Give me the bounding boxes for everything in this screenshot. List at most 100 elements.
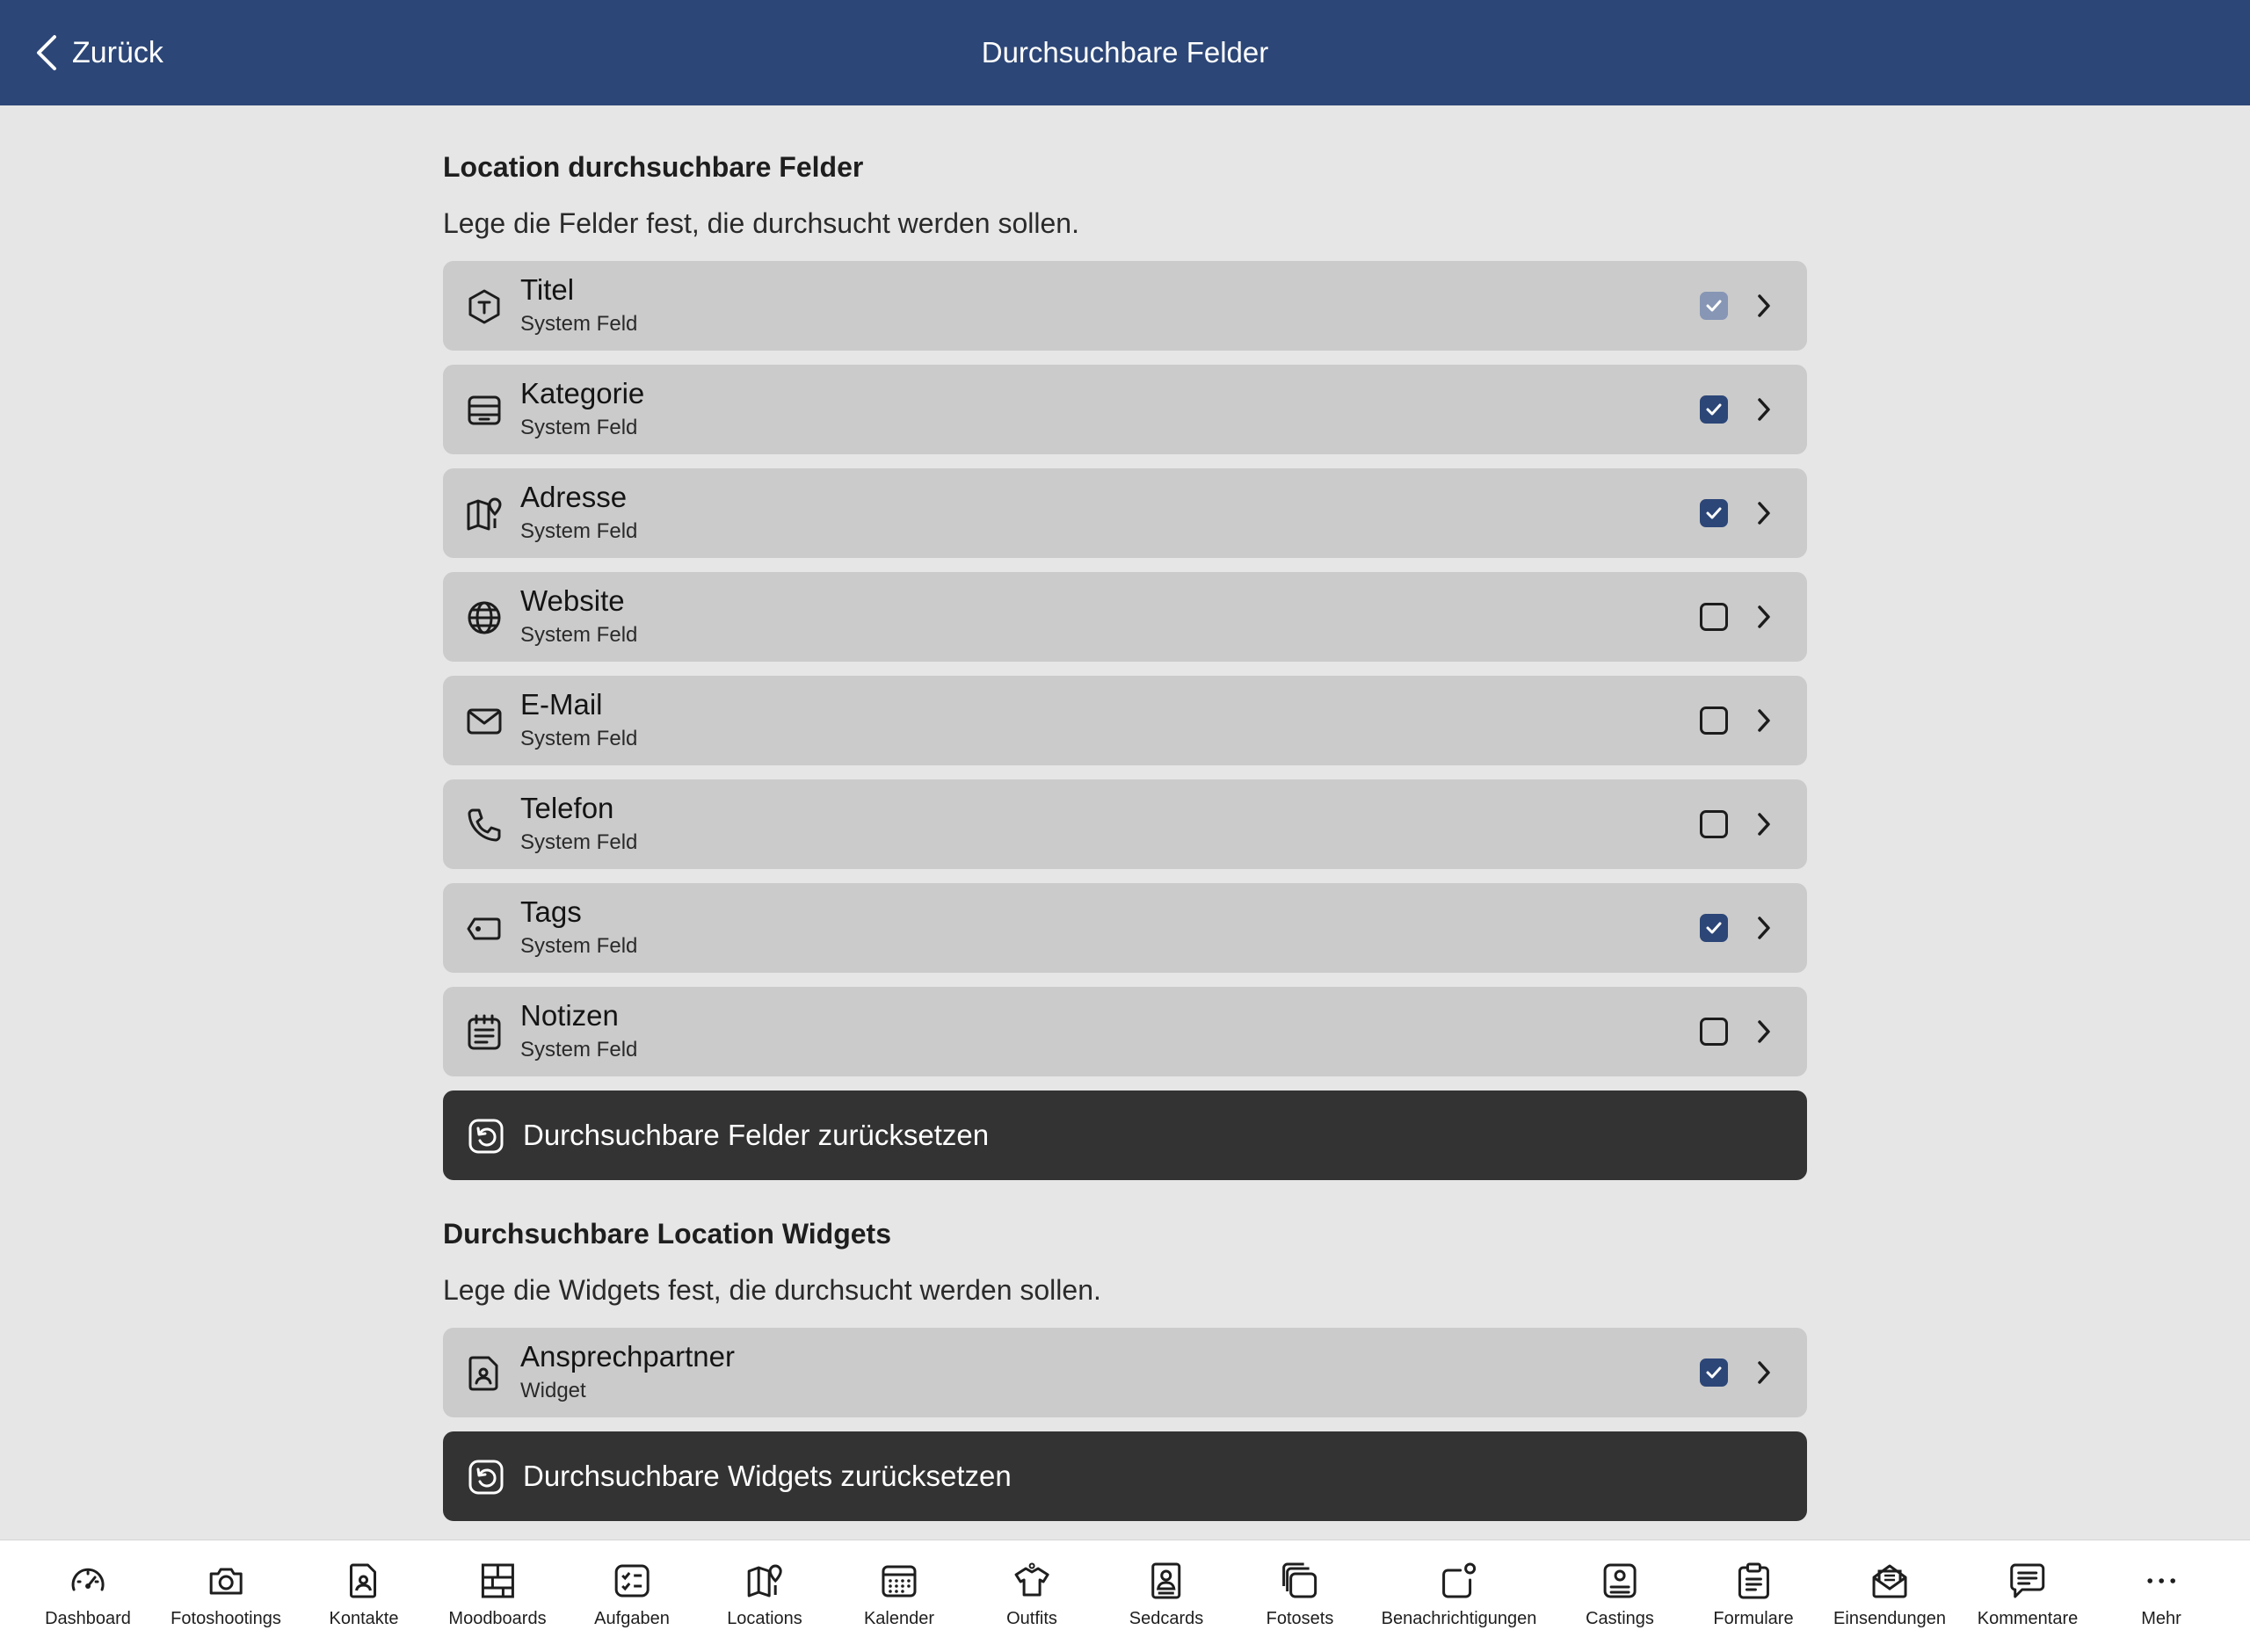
field-row-tags[interactable]: Tags System Feld bbox=[443, 883, 1807, 973]
gauge-icon bbox=[69, 1561, 107, 1600]
tab-label: Benachrichtigungen bbox=[1381, 1609, 1537, 1628]
tab-castings[interactable]: Castings bbox=[1586, 1540, 1654, 1652]
field-checkbox[interactable] bbox=[1700, 499, 1728, 527]
chevron-right-icon[interactable] bbox=[1756, 915, 1772, 941]
field-checkbox[interactable] bbox=[1700, 1018, 1728, 1046]
tab-moodboards[interactable]: Moodboards bbox=[448, 1540, 547, 1652]
mail-open-icon bbox=[1870, 1561, 1909, 1600]
tab-kalender[interactable]: Kalender bbox=[864, 1540, 934, 1652]
field-title: Website bbox=[520, 584, 625, 617]
mail-icon bbox=[466, 703, 503, 740]
clipboard-icon bbox=[1734, 1561, 1773, 1600]
field-title: Kategorie bbox=[520, 377, 645, 409]
chevron-right-icon[interactable] bbox=[1756, 811, 1772, 837]
tab-fotosets[interactable]: Fotosets bbox=[1266, 1540, 1334, 1652]
tab-formulare[interactable]: Formulare bbox=[1713, 1540, 1794, 1652]
chevron-right-icon[interactable] bbox=[1756, 500, 1772, 526]
widget-subtitle: Widget bbox=[520, 1379, 586, 1402]
tab-fotoshootings[interactable]: Fotoshootings bbox=[171, 1540, 281, 1652]
field-checkbox[interactable] bbox=[1700, 706, 1728, 735]
title-icon bbox=[466, 288, 503, 325]
tab-mehr[interactable]: Mehr bbox=[2141, 1540, 2181, 1652]
field-subtitle: System Feld bbox=[520, 623, 638, 647]
check-icon bbox=[1706, 300, 1722, 312]
field-row-adresse[interactable]: Adresse System Feld bbox=[443, 468, 1807, 558]
field-checkbox[interactable] bbox=[1700, 810, 1728, 838]
tasks-icon bbox=[613, 1561, 651, 1600]
reset-widgets-button[interactable]: Durchsuchbare Widgets zurücksetzen bbox=[443, 1431, 1807, 1521]
field-subtitle: System Feld bbox=[520, 934, 638, 958]
tab-dashboard[interactable]: Dashboard bbox=[45, 1540, 131, 1652]
contact-icon bbox=[345, 1561, 383, 1600]
tab-label: Moodboards bbox=[448, 1609, 547, 1628]
chevron-right-icon[interactable] bbox=[1756, 1018, 1772, 1045]
tab-sedcards[interactable]: Sedcards bbox=[1129, 1540, 1204, 1652]
reset-widgets-label: Durchsuchbare Widgets zurücksetzen bbox=[523, 1460, 1012, 1492]
fields-section-description: Lege die Felder fest, die durchsucht wer… bbox=[443, 207, 1079, 239]
calendar-icon bbox=[880, 1561, 918, 1600]
tab-kontakte[interactable]: Kontakte bbox=[329, 1540, 399, 1652]
globe-icon bbox=[466, 599, 503, 636]
tab-outfits[interactable]: Outfits bbox=[1006, 1540, 1057, 1652]
widget-row-ansprechpartner[interactable]: Ansprechpartner Widget bbox=[443, 1328, 1807, 1417]
back-label: Zurück bbox=[72, 35, 163, 69]
category-icon bbox=[466, 392, 503, 429]
camera-icon bbox=[207, 1561, 245, 1600]
widget-checkbox[interactable] bbox=[1700, 1359, 1728, 1387]
chevron-right-icon[interactable] bbox=[1756, 396, 1772, 423]
tab-label: Locations bbox=[727, 1609, 802, 1628]
tab-locations[interactable]: Locations bbox=[727, 1540, 802, 1652]
header-bar: Zurück Durchsuchbare Felder bbox=[0, 0, 2250, 105]
tab-label: Aufgaben bbox=[594, 1609, 670, 1628]
reset-fields-button[interactable]: Durchsuchbare Felder zurücksetzen bbox=[443, 1090, 1807, 1180]
check-icon bbox=[1706, 507, 1722, 519]
tab-kommentare[interactable]: Kommentare bbox=[1978, 1540, 2078, 1652]
tab-aufgaben[interactable]: Aufgaben bbox=[594, 1540, 670, 1652]
field-title: Titel bbox=[520, 273, 575, 306]
tab-label: Einsendungen bbox=[1833, 1609, 1946, 1628]
chevron-right-icon[interactable] bbox=[1756, 707, 1772, 734]
tab-benachrichtigungen[interactable]: Benachrichtigungen bbox=[1381, 1540, 1537, 1652]
more-icon bbox=[2142, 1561, 2181, 1600]
chevron-right-icon[interactable] bbox=[1756, 1359, 1772, 1386]
shirt-icon bbox=[1012, 1561, 1051, 1600]
reset-icon bbox=[468, 1118, 504, 1155]
field-subtitle: System Feld bbox=[520, 416, 638, 439]
field-checkbox[interactable] bbox=[1700, 395, 1728, 424]
field-title: Tags bbox=[520, 895, 582, 928]
page-title: Durchsuchbare Felder bbox=[981, 36, 1269, 69]
field-row-kategorie[interactable]: Kategorie System Feld bbox=[443, 365, 1807, 454]
check-icon bbox=[1706, 403, 1722, 416]
field-subtitle: System Feld bbox=[520, 727, 638, 750]
field-title: E-Mail bbox=[520, 688, 603, 721]
field-row-website[interactable]: Website System Feld bbox=[443, 572, 1807, 662]
field-checkbox[interactable] bbox=[1700, 914, 1728, 942]
field-checkbox[interactable] bbox=[1700, 603, 1728, 631]
chevron-right-icon[interactable] bbox=[1756, 604, 1772, 630]
notes-icon bbox=[466, 1014, 503, 1051]
back-button[interactable]: Zurück bbox=[33, 26, 163, 79]
widgets-section-description: Lege die Widgets fest, die durchsucht we… bbox=[443, 1274, 1101, 1306]
tab-label: Mehr bbox=[2141, 1609, 2181, 1628]
tab-einsendungen[interactable]: Einsendungen bbox=[1833, 1540, 1946, 1652]
map-pin-icon bbox=[466, 496, 503, 533]
tab-label: Sedcards bbox=[1129, 1609, 1204, 1628]
reset-fields-label: Durchsuchbare Felder zurücksetzen bbox=[523, 1119, 990, 1151]
comment-icon bbox=[2008, 1561, 2047, 1600]
field-row-titel[interactable]: Titel System Feld bbox=[443, 261, 1807, 351]
field-row-notizen[interactable]: Notizen System Feld bbox=[443, 987, 1807, 1076]
photosets-icon bbox=[1281, 1561, 1319, 1600]
tab-label: Fotosets bbox=[1266, 1609, 1334, 1628]
bottom-tab-bar: Dashboard Fotoshootings Kontakte Moodboa… bbox=[0, 1540, 2250, 1652]
field-title: Telefon bbox=[520, 792, 614, 824]
tab-label: Fotoshootings bbox=[171, 1609, 281, 1628]
field-checkbox[interactable] bbox=[1700, 292, 1728, 320]
field-row-email[interactable]: E-Mail System Feld bbox=[443, 676, 1807, 765]
moodboard-icon bbox=[478, 1561, 517, 1600]
widgets-section-title: Durchsuchbare Location Widgets bbox=[443, 1218, 891, 1250]
map-pin-icon bbox=[745, 1561, 784, 1600]
tab-label: Kontakte bbox=[329, 1609, 399, 1628]
chevron-right-icon[interactable] bbox=[1756, 293, 1772, 319]
field-title: Notizen bbox=[520, 999, 619, 1032]
field-row-telefon[interactable]: Telefon System Feld bbox=[443, 779, 1807, 869]
